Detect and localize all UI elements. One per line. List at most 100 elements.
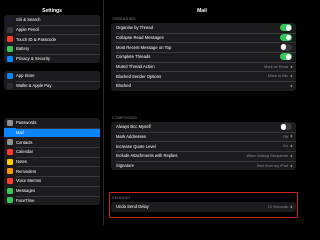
setting-label: Organise by Thread: [116, 25, 153, 31]
sidebar-item-app-store[interactable]: App Store: [4, 71, 100, 81]
sidebar-item-contacts[interactable]: Contacts: [4, 137, 100, 147]
chevron-right-icon: [289, 144, 293, 148]
setting-label: Blocked Sender Options: [116, 73, 162, 79]
setting-label: Blocked: [116, 83, 131, 89]
reminders-icon: [7, 168, 13, 175]
sidebar-item-messages[interactable]: Messages: [4, 185, 100, 196]
battery-icon: [7, 45, 13, 52]
setting-value: Move to Bin: [267, 74, 293, 79]
sidebar-item-touch-id-passcode[interactable]: Touch ID & Passcode: [4, 34, 100, 44]
sidebar-item-label: Voice Memos: [16, 178, 42, 184]
setting-value-text: Move to Bin: [267, 74, 288, 79]
setting-row-organise-by-thread[interactable]: Organise by Thread: [111, 23, 296, 33]
sidebar-item-calendar[interactable]: Calendar: [4, 147, 100, 157]
sidebar-item-label: Battery: [16, 46, 30, 52]
sidebar-item-notes[interactable]: Notes: [4, 156, 100, 167]
sidebar-item-label: App Store: [16, 73, 35, 79]
sidebar-item-voice-memos[interactable]: Voice Memos: [4, 176, 100, 186]
setting-label: Muted Thread Action: [116, 64, 155, 70]
setting-row-always-bcc-myself[interactable]: Always Bcc Myself: [111, 122, 296, 132]
setting-row-collapse-read-messages[interactable]: Collapse Read Messages: [111, 32, 296, 43]
setting-row-signature[interactable]: Signature Sent from my iPad: [111, 160, 296, 171]
voice-memos-icon: [7, 177, 13, 184]
setting-value: Mark as Read: [264, 64, 293, 69]
fingerprint-icon: [7, 36, 13, 43]
sidebar-item-label: Siri & Search: [16, 17, 41, 23]
setting-row-include-attachments-with-replies[interactable]: Include Attachments with Replies When Add…: [111, 151, 296, 161]
setting-label: Complete Threads: [116, 54, 151, 60]
setting-label: Always Bcc Myself: [116, 124, 151, 130]
sidebar-group-store: App Store Wallet & Apple Pay: [4, 71, 100, 91]
contacts-icon: [7, 139, 13, 146]
setting-label: Collapse Read Messages: [116, 35, 164, 41]
highlight-box: [109, 192, 298, 218]
sidebar-item-label: Calendar: [16, 149, 33, 155]
toggle-switch[interactable]: [280, 43, 292, 51]
sidebar-item-label: FaceTime: [16, 197, 35, 203]
toggle-switch[interactable]: [280, 123, 292, 131]
setting-value-text: When Adding Recipients: [246, 153, 288, 158]
sidebar-item-label: Contacts: [16, 139, 33, 145]
wallet-icon: [7, 82, 13, 89]
setting-value: [288, 84, 293, 88]
setting-row-blocked-sender-options[interactable]: Blocked Sender Options Move to Bin: [111, 71, 296, 81]
setting-row-blocked[interactable]: Blocked: [111, 81, 296, 91]
toggle-switch[interactable]: [280, 34, 292, 42]
sidebar-group-system: Siri & Search Apple Pencil Touch ID & Pass…: [4, 15, 100, 64]
chevron-right-icon: [289, 65, 293, 69]
composing-group: Always Bcc Myself Mark Addresses Off Increa…: [111, 122, 296, 171]
sidebar-item-label: Wallet & Apple Pay: [16, 83, 52, 89]
siri-icon: [7, 16, 13, 23]
pencil-icon: [7, 26, 13, 33]
setting-value-text: Sent from my iPad: [256, 163, 288, 168]
sidebar-item-reminders[interactable]: Reminders: [4, 166, 100, 176]
setting-label: Increase Quote Level: [116, 143, 156, 149]
setting-row-most-recent-message-on-top[interactable]: Most Recent Message on Top: [111, 42, 296, 52]
setting-label: Most Recent Message on Top: [116, 44, 172, 50]
settings-sidebar: Settings Siri & Search Apple Pencil Touch …: [0, 0, 104, 225]
chevron-right-icon: [289, 134, 293, 139]
toggle-switch[interactable]: [280, 53, 292, 61]
sidebar-item-label: Messages: [16, 188, 36, 194]
facetime-icon: [7, 197, 13, 204]
sidebar-item-siri-search[interactable]: Siri & Search: [4, 15, 100, 25]
chevron-right-icon: [289, 74, 293, 78]
setting-value: On: [282, 144, 293, 149]
sidebar-item-wallet-apple-pay[interactable]: Wallet & Apple Pay: [4, 80, 100, 91]
sidebar-item-passwords[interactable]: Passwords: [4, 118, 100, 128]
chevron-right-icon: [289, 164, 293, 168]
sidebar-title: Settings: [42, 8, 62, 14]
sidebar-item-privacy-security[interactable]: Privacy & Security: [4, 53, 100, 64]
setting-value-text: Mark as Read: [264, 64, 288, 69]
toggle-switch[interactable]: [280, 24, 292, 32]
setting-row-complete-threads[interactable]: Complete Threads: [111, 52, 296, 62]
setting-row-mark-addresses[interactable]: Mark Addresses Off: [111, 131, 296, 142]
section-header-threading: THREADING: [112, 17, 136, 21]
sidebar-item-label: Passwords: [16, 120, 37, 126]
setting-row-muted-thread-action[interactable]: Muted Thread Action Mark as Read: [111, 61, 296, 72]
setting-label: Mark Addresses: [116, 134, 147, 140]
notes-icon: [7, 158, 13, 165]
setting-label: Signature: [116, 163, 134, 169]
hand-icon: [7, 55, 13, 62]
sidebar-item-battery[interactable]: Battery: [4, 44, 100, 54]
setting-value-text: On: [282, 144, 288, 149]
setting-value: Sent from my iPad: [256, 163, 293, 168]
threading-group: Organise by Thread Collapse Read Messages…: [111, 23, 296, 91]
sidebar-item-label: Privacy & Security: [16, 56, 50, 62]
setting-value-text: Off: [282, 134, 288, 139]
sidebar-item-mail[interactable]: Mail: [4, 127, 100, 138]
sidebar-item-label: Notes: [16, 159, 27, 165]
setting-value: Off: [282, 134, 293, 139]
app-store-icon: [7, 72, 13, 79]
sidebar-item-facetime[interactable]: FaceTime: [4, 195, 100, 206]
messages-icon: [7, 187, 13, 194]
sidebar-item-label: Reminders: [16, 168, 37, 174]
key-icon: [7, 119, 13, 126]
chevron-right-icon: [289, 154, 293, 158]
setting-row-increase-quote-level[interactable]: Increase Quote Level On: [111, 141, 296, 151]
sidebar-item-apple-pencil[interactable]: Apple Pencil: [4, 24, 100, 35]
setting-value: When Adding Recipients: [246, 153, 293, 158]
mail-icon: [7, 129, 13, 136]
sidebar-group-apps: Passwords Mail Contacts Calendar Notes Remind…: [4, 118, 100, 206]
